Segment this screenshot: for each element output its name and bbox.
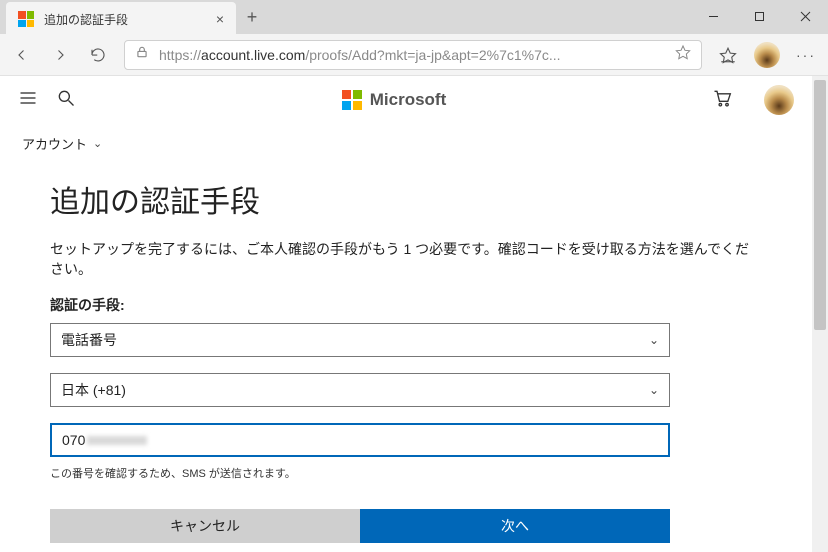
breadcrumb[interactable]: アカウント ⌄ (0, 124, 812, 153)
microsoft-brand-text: Microsoft (370, 90, 447, 110)
nav-forward-button[interactable] (48, 43, 72, 67)
new-tab-button[interactable]: + (236, 0, 268, 34)
instruction-text: セットアップを完了するには、ご本人確認の手段がもう 1 つ必要です。確認コードを… (50, 239, 762, 279)
favorite-icon[interactable] (675, 44, 691, 65)
phone-number-value: 070 (62, 432, 85, 448)
scrollbar-thumb[interactable] (814, 80, 826, 330)
breadcrumb-label: アカウント (22, 134, 87, 153)
lock-icon (135, 45, 149, 64)
phone-number-masked (87, 436, 147, 445)
country-selected-value: 日本 (+81) (61, 380, 126, 400)
url-field[interactable]: https://account.live.com/proofs/Add?mkt=… (124, 40, 702, 70)
method-selected-value: 電話番号 (61, 330, 117, 350)
main-content: 追加の認証手段 セットアップを完了するには、ご本人確認の手段がもう 1 つ必要で… (0, 153, 812, 543)
microsoft-favicon (18, 11, 34, 27)
site-header: Microsoft (0, 76, 812, 124)
hamburger-menu-icon[interactable] (18, 88, 38, 113)
cart-icon[interactable] (712, 88, 732, 113)
chevron-down-icon: ⌄ (649, 333, 659, 347)
chevron-down-icon: ⌄ (649, 383, 659, 397)
window-close-button[interactable] (782, 0, 828, 32)
browser-profile-avatar[interactable] (754, 42, 780, 68)
search-icon[interactable] (56, 88, 76, 113)
page-title: 追加の認証手段 (50, 177, 762, 221)
browser-menu-button[interactable]: ··· (794, 43, 818, 67)
browser-tab[interactable]: 追加の認証手段 × (6, 2, 236, 36)
window-maximize-button[interactable] (736, 0, 782, 32)
chevron-down-icon: ⌄ (93, 137, 102, 150)
tab-title: 追加の認証手段 (44, 11, 206, 28)
microsoft-logo-icon (342, 90, 362, 110)
browser-titlebar: 追加の認証手段 × + (0, 0, 828, 34)
nav-back-button[interactable] (10, 43, 34, 67)
page-viewport: Microsoft アカウント ⌄ 追加の認証手段 セットアップを完了するには、… (0, 76, 828, 552)
browser-address-bar: https://account.live.com/proofs/Add?mkt=… (0, 34, 828, 76)
url-text: https://account.live.com/proofs/Add?mkt=… (159, 47, 665, 63)
sms-note: この番号を確認するため、SMS が送信されます。 (50, 465, 762, 481)
tab-close-icon[interactable]: × (216, 11, 224, 27)
vertical-scrollbar[interactable] (812, 76, 828, 552)
window-minimize-button[interactable] (690, 0, 736, 32)
site-profile-avatar[interactable] (764, 85, 794, 115)
nav-refresh-button[interactable] (86, 43, 110, 67)
favorites-bar-icon[interactable] (716, 43, 740, 67)
method-label: 認証の手段: (50, 295, 762, 315)
next-button[interactable]: 次へ (360, 509, 670, 543)
verification-method-select[interactable]: 電話番号 ⌄ (50, 323, 670, 357)
cancel-button[interactable]: キャンセル (50, 509, 360, 543)
button-row: キャンセル 次へ (50, 509, 670, 543)
country-select[interactable]: 日本 (+81) ⌄ (50, 373, 670, 407)
window-controls (690, 0, 828, 32)
microsoft-brand[interactable]: Microsoft (342, 90, 447, 110)
phone-number-input[interactable]: 070 (50, 423, 670, 457)
